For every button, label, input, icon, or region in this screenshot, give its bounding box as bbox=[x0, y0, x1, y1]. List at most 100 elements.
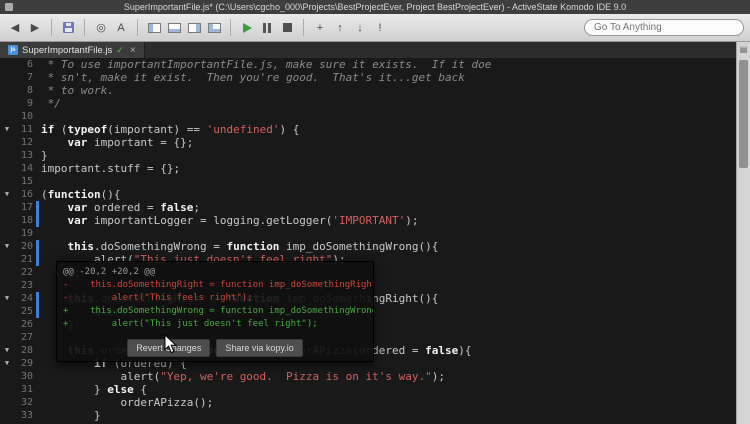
breakpoint-button[interactable]: ! bbox=[371, 18, 389, 38]
toolbar-separator bbox=[84, 19, 85, 36]
run-button-icon bbox=[242, 22, 252, 33]
fold-arrow-icon[interactable]: ▼ bbox=[0, 188, 14, 201]
diff-added-line: + this.doSomethingWrong = function imp_d… bbox=[63, 306, 373, 316]
preview-button[interactable]: ◎ bbox=[92, 18, 110, 38]
line-number: 17 bbox=[20, 202, 33, 213]
line-number: 26 bbox=[20, 319, 33, 330]
fold-gutter bbox=[0, 71, 14, 84]
line-number: 27 bbox=[20, 332, 33, 343]
tab-superimportantfile[interactable]: js SuperImportantFile.js ✓ × bbox=[0, 42, 145, 58]
toolbar-separator bbox=[51, 19, 52, 36]
code-text: orderAPizza(); bbox=[41, 396, 214, 409]
tab-close-icon[interactable]: × bbox=[130, 45, 136, 56]
fold-arrow-icon[interactable]: ▼ bbox=[0, 357, 14, 370]
change-gutter bbox=[36, 266, 39, 279]
jump-next-button[interactable]: ↓ bbox=[351, 18, 369, 38]
fold-arrow-icon[interactable]: ▼ bbox=[0, 123, 14, 136]
line-number: 21 bbox=[20, 254, 33, 265]
code-text: var important = {}; bbox=[67, 136, 194, 149]
change-marker bbox=[36, 214, 39, 227]
change-gutter bbox=[36, 175, 39, 188]
change-gutter bbox=[36, 370, 39, 383]
right-rail: ▤ bbox=[736, 42, 750, 424]
code-line: 17 var ordered = false; bbox=[0, 201, 736, 214]
code-line: ▼ 11 if (typeof(important) == 'undefined')… bbox=[0, 123, 736, 136]
fold-arrow-icon[interactable]: ▼ bbox=[0, 240, 14, 253]
line-number: 15 bbox=[20, 176, 33, 187]
line-number: 30 bbox=[20, 371, 33, 382]
save-button[interactable] bbox=[59, 18, 77, 38]
change-marker bbox=[36, 305, 39, 318]
line-number: 28 bbox=[20, 345, 33, 356]
fold-gutter bbox=[0, 318, 14, 331]
code-line: 13} bbox=[0, 149, 736, 162]
diff-hunk-header: @@ -20,2 +20,2 @@ bbox=[63, 267, 156, 277]
change-marker bbox=[36, 292, 39, 305]
panel-toggle-icon[interactable]: ▤ bbox=[737, 42, 750, 58]
revert-changes-button[interactable]: Revert Changes bbox=[127, 339, 211, 357]
line-number: 6 bbox=[26, 59, 33, 70]
toggle-right-pane-button-icon bbox=[187, 22, 201, 33]
code-text: } bbox=[41, 149, 48, 162]
change-gutter bbox=[36, 357, 39, 370]
line-number: 19 bbox=[20, 228, 33, 239]
line-number: 13 bbox=[20, 150, 33, 161]
fold-arrow-icon[interactable]: ▼ bbox=[0, 344, 14, 357]
code-line: 12 var important = {}; bbox=[0, 136, 736, 149]
toggle-all-panes-button-icon bbox=[207, 22, 221, 33]
window-title: SuperImportantFile.js* (C:\Users\cgcho_0… bbox=[123, 2, 627, 12]
toggle-bottom-pane-button[interactable] bbox=[165, 18, 183, 38]
code-line: 7 * sn't, make it exist. Then you're goo… bbox=[0, 71, 736, 84]
change-gutter bbox=[36, 123, 39, 136]
toggle-left-pane-button[interactable] bbox=[145, 18, 163, 38]
code-line: 19 bbox=[0, 227, 736, 240]
code-text: var ordered = false; bbox=[67, 201, 200, 214]
toggle-right-pane-button[interactable] bbox=[185, 18, 203, 38]
stop-button[interactable] bbox=[278, 18, 296, 38]
code-line: 31 } else { bbox=[0, 383, 736, 396]
change-gutter bbox=[36, 97, 39, 110]
code-line: 30 alert("Yep, we're good. Pizza is on i… bbox=[0, 370, 736, 383]
change-gutter bbox=[36, 318, 39, 331]
forward-button[interactable]: ▶ bbox=[26, 18, 44, 38]
line-number: 33 bbox=[20, 410, 33, 421]
change-gutter bbox=[36, 84, 39, 97]
diff-popup: @@ -20,2 +20,2 @@ - this.doSomethingRigh… bbox=[56, 261, 374, 362]
code-line: 10 bbox=[0, 110, 736, 123]
share-kopy-button[interactable]: Share via kopy.io bbox=[216, 339, 303, 357]
jump-prev-button[interactable]: ↑ bbox=[331, 18, 349, 38]
diff-popup-buttons: Revert Changes Share via kopy.io bbox=[57, 339, 373, 357]
js-file-icon: js bbox=[8, 45, 18, 55]
fold-gutter bbox=[0, 175, 14, 188]
tab-label: SuperImportantFile.js bbox=[22, 44, 113, 56]
code-line: 18 var importantLogger = logging.getLogg… bbox=[0, 214, 736, 227]
line-number: 8 bbox=[26, 85, 33, 96]
run-button[interactable] bbox=[238, 18, 256, 38]
code-text: alert("Yep, we're good. Pizza is on it's… bbox=[41, 370, 445, 383]
go-to-anything-input[interactable] bbox=[584, 19, 744, 36]
diff-lines: - this.doSomethingRight = function imp_d… bbox=[57, 279, 373, 331]
app-icon bbox=[5, 3, 13, 11]
scrollbar-thumb[interactable] bbox=[739, 60, 748, 168]
code-editor[interactable]: 6 * To use importantImportantFile.js, ma… bbox=[0, 58, 736, 424]
toggle-all-panes-button[interactable] bbox=[205, 18, 223, 38]
fold-arrow-icon[interactable]: ▼ bbox=[0, 292, 14, 305]
fold-gutter bbox=[0, 84, 14, 97]
code-text: if (typeof(important) == 'undefined') { bbox=[41, 123, 300, 136]
code-text: } bbox=[41, 409, 101, 422]
change-gutter bbox=[36, 331, 39, 344]
add-button[interactable]: + bbox=[311, 18, 329, 38]
fold-gutter bbox=[0, 279, 14, 292]
code-line: ▼ 20 this.doSomethingWrong = function imp… bbox=[0, 240, 736, 253]
code-text: } else { bbox=[41, 383, 147, 396]
back-button[interactable]: ◀ bbox=[6, 18, 24, 38]
fold-gutter bbox=[0, 305, 14, 318]
line-number: 14 bbox=[20, 163, 33, 174]
color-scheme-button[interactable]: A bbox=[112, 18, 130, 38]
diff-deleted-line: - alert("This feels right"); bbox=[63, 293, 253, 303]
code-line: ▼ 16 (function(){ bbox=[0, 188, 736, 201]
pause-button[interactable] bbox=[258, 18, 276, 38]
line-number: 12 bbox=[20, 137, 33, 148]
line-number: 9 bbox=[26, 98, 33, 109]
